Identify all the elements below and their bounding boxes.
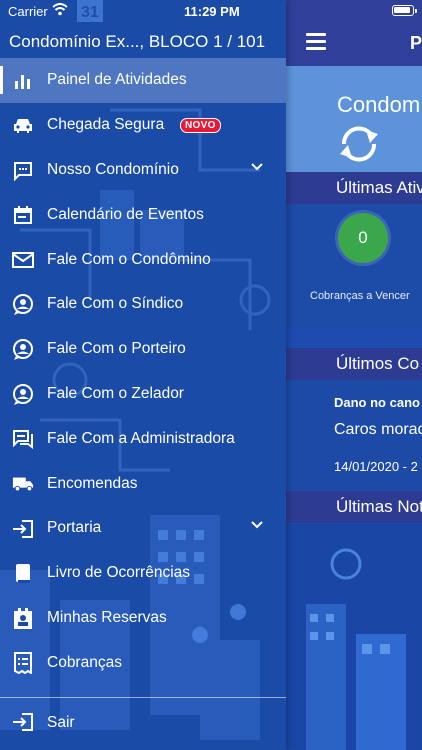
menu-item-label: Fale Com o Síndico xyxy=(47,295,184,313)
menu-item-label: Fale Com o Porteiro xyxy=(47,340,186,358)
menu-item-nosso-condominio[interactable]: Nosso Condomínio xyxy=(0,148,286,193)
menu-item-fale-com-o-zelador[interactable]: Fale Com o Zelador xyxy=(0,372,286,417)
battery-icon xyxy=(392,5,414,16)
menu-item-label: Fale Com o Condômino xyxy=(47,250,211,268)
logout-label: Sair xyxy=(47,714,75,731)
logout-button[interactable]: Sair xyxy=(0,700,286,744)
menu-item-chegada-segura[interactable]: Chegada Segura NOVO xyxy=(0,103,286,148)
condo-unit-title[interactable]: Condomínio Ex..., BLOCO 1 / 101 xyxy=(0,28,286,58)
chat-icon xyxy=(12,160,34,182)
person-chat-icon xyxy=(12,338,34,361)
calendar-icon xyxy=(12,204,34,226)
condo-name: Condom xyxy=(337,92,421,117)
forum-icon xyxy=(12,428,34,450)
menu-item-fale-com-o-porteiro[interactable]: Fale Com o Porteiro xyxy=(0,327,286,372)
wifi-icon xyxy=(52,3,68,16)
menu-item-label: Chegada Segura xyxy=(47,116,165,134)
billing-count-badge[interactable]: 0 xyxy=(338,213,388,263)
person-chat-icon xyxy=(12,293,34,316)
menu-item-label: Fale Com a Administradora xyxy=(47,429,235,447)
notice-title: Dano no cano xyxy=(334,395,420,410)
section-latest-news: Últimas Not xyxy=(286,491,422,523)
menu-item-label: Fale Com o Zelador xyxy=(47,384,184,402)
clock: 11:29 PM xyxy=(184,4,240,19)
bar-chart-icon xyxy=(12,70,34,92)
chevron-down-icon[interactable] xyxy=(251,521,263,529)
drawer-divider xyxy=(0,697,286,698)
billing-count-label: Cobranças a Vencer xyxy=(310,290,410,302)
drawer-menu: Painel de Atividades Chegada Segura NOVO… xyxy=(0,58,286,685)
menu-item-portaria[interactable]: Portaria xyxy=(0,506,286,551)
city-illustration xyxy=(286,524,422,750)
menu-item-fale-com-a-administradora[interactable]: Fale Com a Administradora xyxy=(0,416,286,461)
menu-item-label: Cobranças xyxy=(47,653,122,671)
notice-date: 14/01/2020 - 2 xyxy=(334,459,418,474)
menu-item-painel-de-atividades[interactable]: Painel de Atividades xyxy=(0,58,286,103)
mail-icon xyxy=(12,249,34,271)
login-icon xyxy=(12,518,34,540)
carrier-label: Carrier xyxy=(8,4,48,19)
car-icon xyxy=(12,115,34,137)
menu-item-encomendas[interactable]: Encomendas xyxy=(0,461,286,506)
menu-item-label: Calendário de Eventos xyxy=(47,205,204,223)
notice-text: Caros morad xyxy=(334,421,422,438)
menu-item-label: Painel de Atividades xyxy=(47,71,187,89)
status-bar: Carrier 11:29 PM xyxy=(0,0,422,22)
menu-item-minhas-reservas[interactable]: Minhas Reservas xyxy=(0,596,286,641)
menu-item-fale-com-o-condomino[interactable]: Fale Com o Condômino xyxy=(0,237,286,282)
new-badge: NOVO xyxy=(180,117,221,133)
menu-item-label: Portaria xyxy=(47,519,102,537)
battery-tip xyxy=(415,9,417,13)
book-icon xyxy=(12,563,34,585)
menu-item-label: Livro de Ocorrências xyxy=(47,564,191,582)
reservation-icon xyxy=(12,607,34,630)
logout-icon xyxy=(12,712,34,737)
page-title: P xyxy=(410,33,422,53)
truck-icon xyxy=(12,473,34,495)
menu-item-fale-com-o-sindico[interactable]: Fale Com o Síndico xyxy=(0,282,286,327)
person-chat-icon xyxy=(12,383,34,406)
menu-item-label: Encomendas xyxy=(47,474,138,492)
menu-item-label: Minhas Reservas xyxy=(47,608,167,626)
section-latest-activities: Últimas Ativ xyxy=(286,172,422,204)
menu-item-label: Nosso Condomínio xyxy=(47,160,179,178)
chevron-down-icon[interactable] xyxy=(251,162,263,171)
menu-item-cobrancas[interactable]: Cobranças xyxy=(0,640,286,685)
menu-item-livro-de-ocorrencias[interactable]: Livro de Ocorrências xyxy=(0,551,286,596)
refresh-icon[interactable] xyxy=(336,124,382,164)
menu-item-calendario-de-eventos[interactable]: Calendário de Eventos xyxy=(0,192,286,237)
billing-icon xyxy=(12,652,34,675)
navigation-drawer: 31 Condomínio Ex..., BLOCO 1 / 101 Paine… xyxy=(0,0,286,750)
section-latest-communications: Últimos Co xyxy=(286,348,422,380)
hamburger-menu-icon[interactable] xyxy=(306,33,328,51)
